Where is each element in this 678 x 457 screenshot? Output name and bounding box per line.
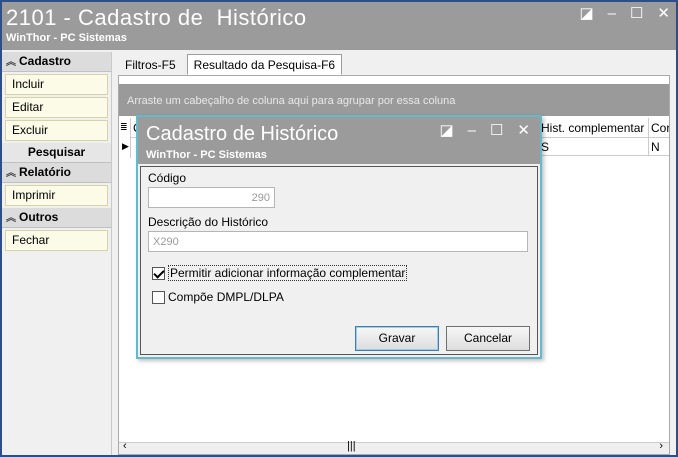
dialog-title-bar[interactable]: Cadastro de Histórico WinThor - PC Siste… bbox=[138, 117, 540, 164]
cadastro-historico-dialog: Cadastro de Histórico WinThor - PC Siste… bbox=[136, 115, 542, 359]
chevron-up-icon: ︽ bbox=[6, 57, 16, 68]
sidebar: ︽ Cadastro Incluir Editar Excluir Pesquis… bbox=[2, 52, 112, 455]
dialog-subtitle: WinThor - PC Sistemas bbox=[146, 149, 267, 161]
codigo-field[interactable] bbox=[148, 187, 275, 208]
column-header-hist-complementar[interactable]: Hist. complementar bbox=[539, 118, 649, 138]
maximize-icon[interactable]: ☐ bbox=[630, 6, 643, 22]
complementar-label: Permitir adicionar informação complement… bbox=[168, 265, 408, 281]
app-window: 2101 - Cadastro de Histórico WinThor - P… bbox=[0, 0, 678, 457]
window-subtitle: WinThor - PC Sistemas bbox=[6, 32, 127, 44]
window-controls: ◪ – ☐ ✕ bbox=[579, 6, 670, 22]
sidebar-group-pesquisar[interactable]: Pesquisar bbox=[2, 143, 111, 163]
chevron-up-icon: ︽ bbox=[6, 213, 16, 224]
cancelar-button[interactable]: Cancelar bbox=[446, 326, 530, 351]
minimize-icon[interactable]: – bbox=[608, 6, 616, 22]
column-header-cor[interactable]: Cor bbox=[649, 118, 669, 138]
sidebar-item-excluir[interactable]: Excluir bbox=[5, 120, 108, 141]
complementar-checkbox-row[interactable]: Permitir adicionar informação complement… bbox=[152, 265, 408, 281]
dialog-body: Código Descrição do Histórico Permitir a… bbox=[140, 166, 538, 355]
horizontal-scrollbar[interactable]: ‹ ||| › bbox=[119, 440, 669, 454]
group-by-panel[interactable]: Arraste um cabeçalho de coluna aqui para… bbox=[119, 84, 669, 116]
dialog-title: Cadastro de Histórico bbox=[146, 123, 339, 145]
sidebar-group-cadastro[interactable]: ︽ Cadastro bbox=[2, 52, 111, 72]
descricao-label: Descrição do Histórico bbox=[148, 215, 269, 229]
column-chooser-icon[interactable]: ≣ bbox=[120, 122, 128, 133]
close-icon[interactable]: ✕ bbox=[657, 6, 670, 22]
scroll-left-icon[interactable]: ‹ bbox=[123, 440, 127, 452]
tab-filtros[interactable]: Filtros-F5 bbox=[118, 54, 183, 75]
scroll-thumb-grip-icon[interactable]: ||| bbox=[347, 440, 356, 452]
minimize-icon[interactable]: – bbox=[468, 123, 476, 139]
chevron-up-icon: ︽ bbox=[6, 168, 16, 179]
dmpl-checkbox[interactable] bbox=[152, 290, 165, 304]
tab-bar: Filtros-F5 Resultado da Pesquisa-F6 bbox=[118, 54, 343, 76]
sidebar-item-editar[interactable]: Editar bbox=[5, 97, 108, 118]
dialog-window-controls: ◪ – ☐ ✕ bbox=[439, 123, 530, 139]
maximize-icon[interactable]: ☐ bbox=[490, 123, 503, 139]
tab-resultado[interactable]: Resultado da Pesquisa-F6 bbox=[186, 54, 343, 75]
row-indicator: ≣ ▶ bbox=[119, 118, 131, 158]
dmpl-label: Compõe DMPL/DLPA bbox=[168, 290, 284, 304]
restore-icon[interactable]: ◪ bbox=[579, 6, 593, 22]
grid-cell-hist-complementar[interactable]: S bbox=[539, 138, 649, 156]
sidebar-item-fechar[interactable]: Fechar bbox=[5, 230, 108, 251]
gravar-button[interactable]: Gravar bbox=[355, 326, 439, 351]
scroll-right-icon[interactable]: › bbox=[659, 440, 663, 452]
sidebar-item-imprimir[interactable]: Imprimir bbox=[5, 185, 108, 206]
restore-icon[interactable]: ◪ bbox=[439, 123, 453, 139]
window-title: 2101 - Cadastro de Histórico bbox=[6, 5, 307, 30]
sidebar-item-incluir[interactable]: Incluir bbox=[5, 74, 108, 95]
codigo-label: Código bbox=[148, 171, 187, 185]
current-row-icon: ▶ bbox=[122, 141, 129, 151]
grid-cell-cor[interactable]: N bbox=[649, 138, 669, 156]
sidebar-group-relatorio[interactable]: ︽ Relatório bbox=[2, 163, 111, 183]
main-title-bar: 2101 - Cadastro de Histórico WinThor - P… bbox=[2, 2, 676, 50]
descricao-field[interactable] bbox=[148, 231, 528, 252]
dmpl-checkbox-row[interactable]: Compõe DMPL/DLPA bbox=[152, 290, 284, 304]
close-icon[interactable]: ✕ bbox=[517, 123, 530, 139]
sidebar-group-outros[interactable]: ︽ Outros bbox=[2, 208, 111, 228]
complementar-checkbox[interactable] bbox=[152, 266, 165, 280]
